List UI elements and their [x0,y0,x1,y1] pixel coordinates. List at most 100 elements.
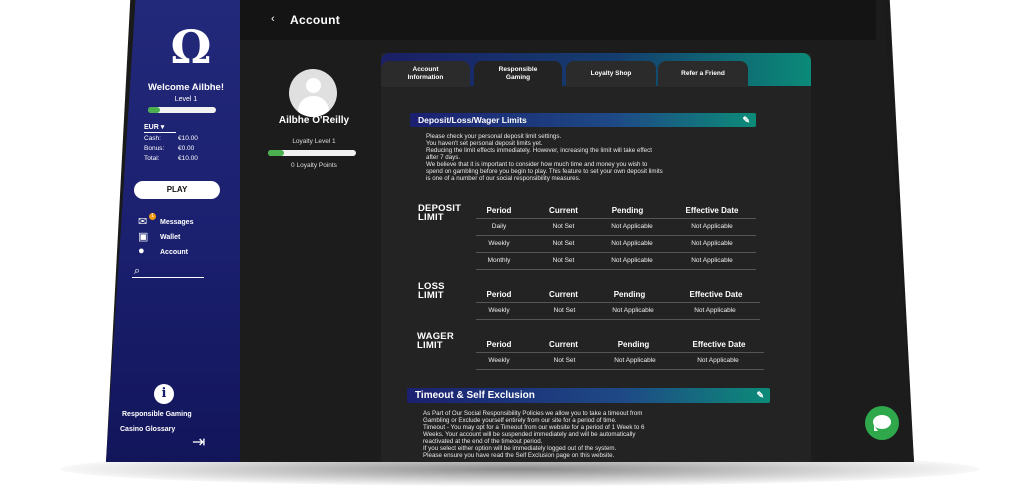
tab-account-information[interactable]: Account Information [381,61,470,87]
divider [476,352,764,353]
casino-glossary-link[interactable]: Casino Glossary [120,426,175,433]
level-text: Level 1 [174,96,198,103]
divider [476,235,756,236]
tab-loyalty-shop[interactable]: Loyalty Shop [566,61,656,87]
tab-responsible-gaming[interactable]: Responsible Gaming [474,61,562,87]
column-header: Period [486,290,512,299]
text-line: Timeout - You may opt for a Timeout from… [423,424,645,431]
messages-badge: 1 [149,213,156,220]
column-header: Period [486,340,512,349]
tab-label: Account Information [407,66,444,81]
column-header: Pending [613,290,646,299]
section-title: Deposit/Loss/Wager Limits [418,115,527,125]
sidebar-item-label: Wallet [160,234,181,241]
cash-value: €10.00 [178,135,198,142]
divider [476,369,764,370]
logo-icon[interactable]: Ω [161,20,221,74]
text-line: Please check your personal deposit limit… [426,133,562,140]
title-line: LIMIT [418,212,444,223]
text-line: You haven't set personal deposit limits … [426,140,543,147]
total-label: Total: [144,155,160,162]
deposit-limit-title: DEPOSIT LIMIT [418,204,461,223]
text-line: Gambling or Exclude yourself entirely fr… [423,417,617,424]
column-header: Effective Date [685,206,739,215]
column-header: Pending [611,206,644,215]
table-cell: Not Applicable [611,223,653,230]
profile-name: Ailbhe O'Reilly [278,115,350,126]
divider [476,319,760,320]
envelope-icon: ✉ [138,216,148,228]
deposit-description: Please check your personal deposit limit… [426,133,746,182]
column-header: Current [549,206,578,215]
divider [476,218,756,219]
sidebar-item-account[interactable]: ● Account [138,245,218,258]
text-line: We believe that it is important to consi… [426,161,648,168]
table-cell: Not Applicable [614,357,656,364]
text-line: after 7 days. [426,154,461,161]
text-line: If you select either option will be imme… [423,445,617,452]
section-title: Timeout & Self Exclusion [415,390,535,401]
page-title: Account [290,13,341,27]
column-header: Current [549,340,578,349]
title-line: LIMIT [417,340,443,351]
deposit-limits-header: Deposit/Loss/Wager Limits ✎ [410,113,756,127]
divider [476,269,756,270]
responsible-gaming-link[interactable]: Responsible Gaming [122,411,192,418]
table-cell: Not Applicable [697,357,739,364]
table-cell: Not Applicable [694,307,736,314]
loyalty-progress-fill [268,150,284,156]
chat-bubble-tail [874,425,878,431]
column-header: Effective Date [689,290,743,299]
tab-label: Responsible Gaming [498,66,538,81]
text-line: As Part of Our Social Responsibility Pol… [423,410,643,417]
table-cell: Weekly [488,307,510,314]
app-window: ‹ Account Ω Welcome Ailbhe! Level 1 EUR … [0,0,1024,498]
table-cell: Not Set [553,307,576,314]
wager-limit-title: WAGER LIMIT [417,332,454,351]
table-cell: Weekly [488,357,510,364]
search-input[interactable] [132,277,204,278]
edit-pencil-icon[interactable]: ✎ [742,115,750,126]
table-cell: Not Set [552,240,575,247]
user-icon: ● [138,245,145,257]
level-progress-fill [148,107,161,113]
sidebar-item-wallet[interactable]: ▣ Wallet [138,231,218,243]
tab-label: Refer a Friend [681,70,725,77]
avatar [289,69,337,117]
table-cell: Not Applicable [611,257,653,264]
avatar-body [298,96,329,117]
column-header: Period [486,206,512,215]
timeout-header: Timeout & Self Exclusion ✎ [407,388,770,403]
logout-icon[interactable]: ⇥ [192,432,205,452]
currency-select[interactable]: EUR ▾ [144,123,176,133]
column-header: Pending [617,340,650,349]
loyalty-progress-bar [268,150,356,156]
sidebar-item-label: Messages [160,219,194,226]
table-cell: Not Set [552,223,575,230]
chat-button[interactable] [865,406,899,440]
table-cell: Weekly [488,240,510,247]
column-header: Current [549,290,578,299]
sidebar-item-messages[interactable]: ✉ 1 Messages [138,213,218,228]
total-value: €10.00 [178,155,198,162]
timeout-description: As Part of Our Social Responsibility Pol… [423,410,753,459]
divider [476,302,760,303]
back-chevron-icon[interactable]: ‹ [271,13,275,25]
level-progress-bar [148,107,216,113]
cash-label: Cash: [144,135,161,142]
column-header: Effective Date [692,340,746,349]
tab-refer-a-friend[interactable]: Refer a Friend [658,61,748,87]
sidebar-item-label: Account [160,249,188,256]
table-cell: Not Applicable [611,240,653,247]
table-cell: Not Set [552,257,575,264]
table-cell: Not Applicable [691,240,733,247]
sidebar: Ω Welcome Ailbhe! Level 1 EUR ▾ Cash: €1… [106,0,240,462]
info-icon[interactable]: i [154,384,174,404]
loyalty-level: Loyalty Level 1 [292,138,336,145]
text-line: reactivated at the end of the timeout pe… [423,438,543,445]
wallet-icon: ▣ [138,231,149,243]
edit-pencil-icon[interactable]: ✎ [756,390,764,401]
table-cell: Daily [491,223,507,230]
play-button[interactable]: PLAY [134,181,220,199]
bonus-label: Bonus: [144,145,165,152]
